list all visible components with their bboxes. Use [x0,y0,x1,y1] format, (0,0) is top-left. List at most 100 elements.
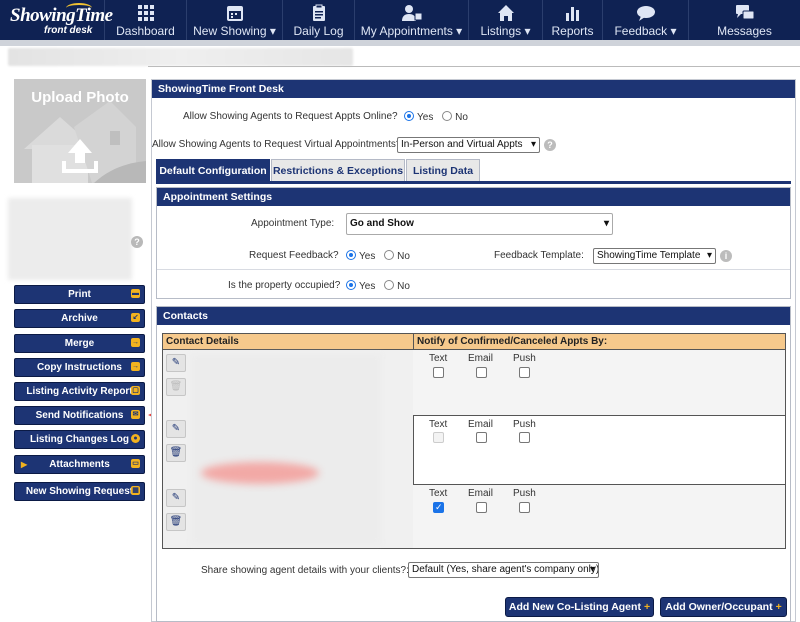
allow-online-yes-radio[interactable] [404,111,414,121]
nav-reports[interactable]: Reports [542,0,602,40]
print-button[interactable]: Print ▬ [14,285,145,304]
allow-online-label: Allow Showing Agents to Request Appts On… [183,111,398,122]
appointment-settings-title: Appointment Settings [157,188,790,206]
attachments-button[interactable]: ▶ Attachments ▭ [14,455,145,474]
copy-icon: → [131,362,140,371]
nav-label: Daily Log [293,24,344,38]
channel-push-label: Push [513,353,536,364]
tab-underline [156,181,791,184]
channel-push-label: Push [513,419,536,430]
feedback-yes-radio[interactable] [346,250,356,260]
edit-contact-button[interactable]: ✎ [166,420,186,438]
calendar-add-icon: ▦ [131,486,140,495]
redacted-contacts [191,354,381,544]
nav-dashboard[interactable]: Dashboard [104,0,186,40]
occupied-yes-radio[interactable] [346,280,356,290]
allow-online-no-radio[interactable] [442,111,453,121]
notify-email-checkbox[interactable] [476,432,487,443]
channel-email-label: Email [468,353,494,364]
edit-contact-button[interactable]: ✎ [166,489,186,507]
request-feedback-options: Yes No [340,250,410,262]
divider [157,269,790,270]
upload-photo-area[interactable]: Upload Photo [14,79,146,183]
merge-button[interactable]: Merge → [14,334,145,353]
send-notifications-button[interactable]: Send Notifications ✉ [14,406,145,425]
button-label: Add New Co-Listing Agent [508,601,641,613]
tab-default-configuration[interactable]: Default Configuration [156,159,270,181]
front-desk-panel: ShowingTime Front Desk Allow Showing Age… [151,79,796,622]
nav-daily-log[interactable]: Daily Log [282,0,354,40]
button-label: Archive [61,313,98,324]
tab-listing-data[interactable]: Listing Data [406,159,480,181]
occupied-label: Is the property occupied? [228,280,341,291]
share-agent-select[interactable]: Default (Yes, share agent's company only… [408,562,599,578]
row-divider [413,415,785,416]
notify-email-checkbox[interactable] [476,502,487,513]
allow-virtual-label: Allow Showing Agents to Request Virtual … [152,139,402,150]
button-label: Copy Instructions [36,362,122,373]
notify-text-checkbox[interactable] [433,367,444,378]
no-label: No [397,281,410,292]
notify-push-checkbox[interactable] [519,367,530,378]
no-label: No [397,251,410,262]
share-agent-label: Share showing agent details with your cl… [201,565,409,576]
info-icon[interactable]: i [720,250,732,262]
button-label: Print [68,289,91,300]
occupied-no-radio[interactable] [384,280,395,290]
new-showing-request-button[interactable]: New Showing Request ▦ [14,482,145,501]
top-nav: ShowingTime front desk Dashboard New Sho… [0,0,800,40]
nav-label: Messages [717,24,772,38]
virtual-appts-select[interactable]: In-Person and Virtual Appts [397,137,540,153]
archive-button[interactable]: Archive ↙ [14,309,145,328]
notify-push-checkbox[interactable] [519,432,530,443]
notify-push-checkbox[interactable] [519,502,530,513]
channel-text-label: Text [429,419,448,430]
log-icon: ● [131,434,140,443]
envelope-icon: ✉ [131,410,140,419]
feedback-no-radio[interactable] [384,250,395,260]
contacts-section: Contacts Contact Details Notify of Confi… [156,306,791,622]
add-owner-occupant-button[interactable]: Add Owner/Occupant + [660,597,787,617]
button-label: New Showing Request [25,486,134,497]
info-icon[interactable]: ? [544,139,556,151]
redacted-listing-info [8,198,132,280]
button-label: Add Owner/Occupant [665,601,773,613]
calendar-icon [226,6,243,21]
feedback-template-select[interactable]: ShowingTime Template [593,248,716,264]
listing-changes-log-button[interactable]: Listing Changes Log ● [14,430,145,449]
request-feedback-label: Request Feedback? [249,250,339,261]
delete-contact-button[interactable]: 🗑 [166,513,186,531]
help-icon[interactable]: ? [131,236,143,248]
notify-email-checkbox[interactable] [476,367,487,378]
nav-label: Dashboard [116,24,175,38]
edit-contact-button[interactable]: ✎ [166,354,186,372]
nav-listings[interactable]: Listings ▾ [468,0,542,40]
channel-text-label: Text [429,488,448,499]
listing-activity-report-button[interactable]: Listing Activity Report ▢ [14,382,145,401]
showingtime-logo[interactable]: ShowingTime front desk [6,3,113,37]
add-co-listing-agent-button[interactable]: Add New Co-Listing Agent + [505,597,654,617]
trash-icon: 🗑 [169,516,183,527]
nav-new-showing[interactable]: New Showing ▾ [186,0,282,40]
nav-label: Reports [551,24,594,38]
redacted-highlight [201,462,319,484]
tab-restrictions-exceptions[interactable]: Restrictions & Exceptions [271,159,405,181]
delete-contact-button[interactable]: 🗑 [166,378,186,396]
notify-text-checkbox[interactable] [433,502,444,513]
delete-contact-button[interactable]: 🗑 [166,444,186,462]
row-divider [413,484,785,485]
messages-icon [735,5,754,20]
appointment-type-select[interactable]: Go and Show [346,213,613,235]
notify-text-checkbox[interactable] [433,432,444,443]
nav-feedback[interactable]: Feedback ▾ [602,0,688,40]
panel-title: ShowingTime Front Desk [152,80,795,98]
logo-line1: ShowingTime [10,5,113,26]
copy-instructions-button[interactable]: Copy Instructions → [14,358,145,377]
contacts-table: Contact Details Notify of Confirmed/Canc… [162,333,786,549]
yes-label: Yes [359,281,376,292]
redacted-listing-address [8,48,353,66]
nav-my-appointments[interactable]: My Appointments ▾ [354,0,468,40]
col-notify: Notify of Confirmed/Canceled Appts By: [417,336,608,347]
button-label: Send Notifications [35,410,124,421]
nav-messages[interactable]: Messages [688,0,800,40]
